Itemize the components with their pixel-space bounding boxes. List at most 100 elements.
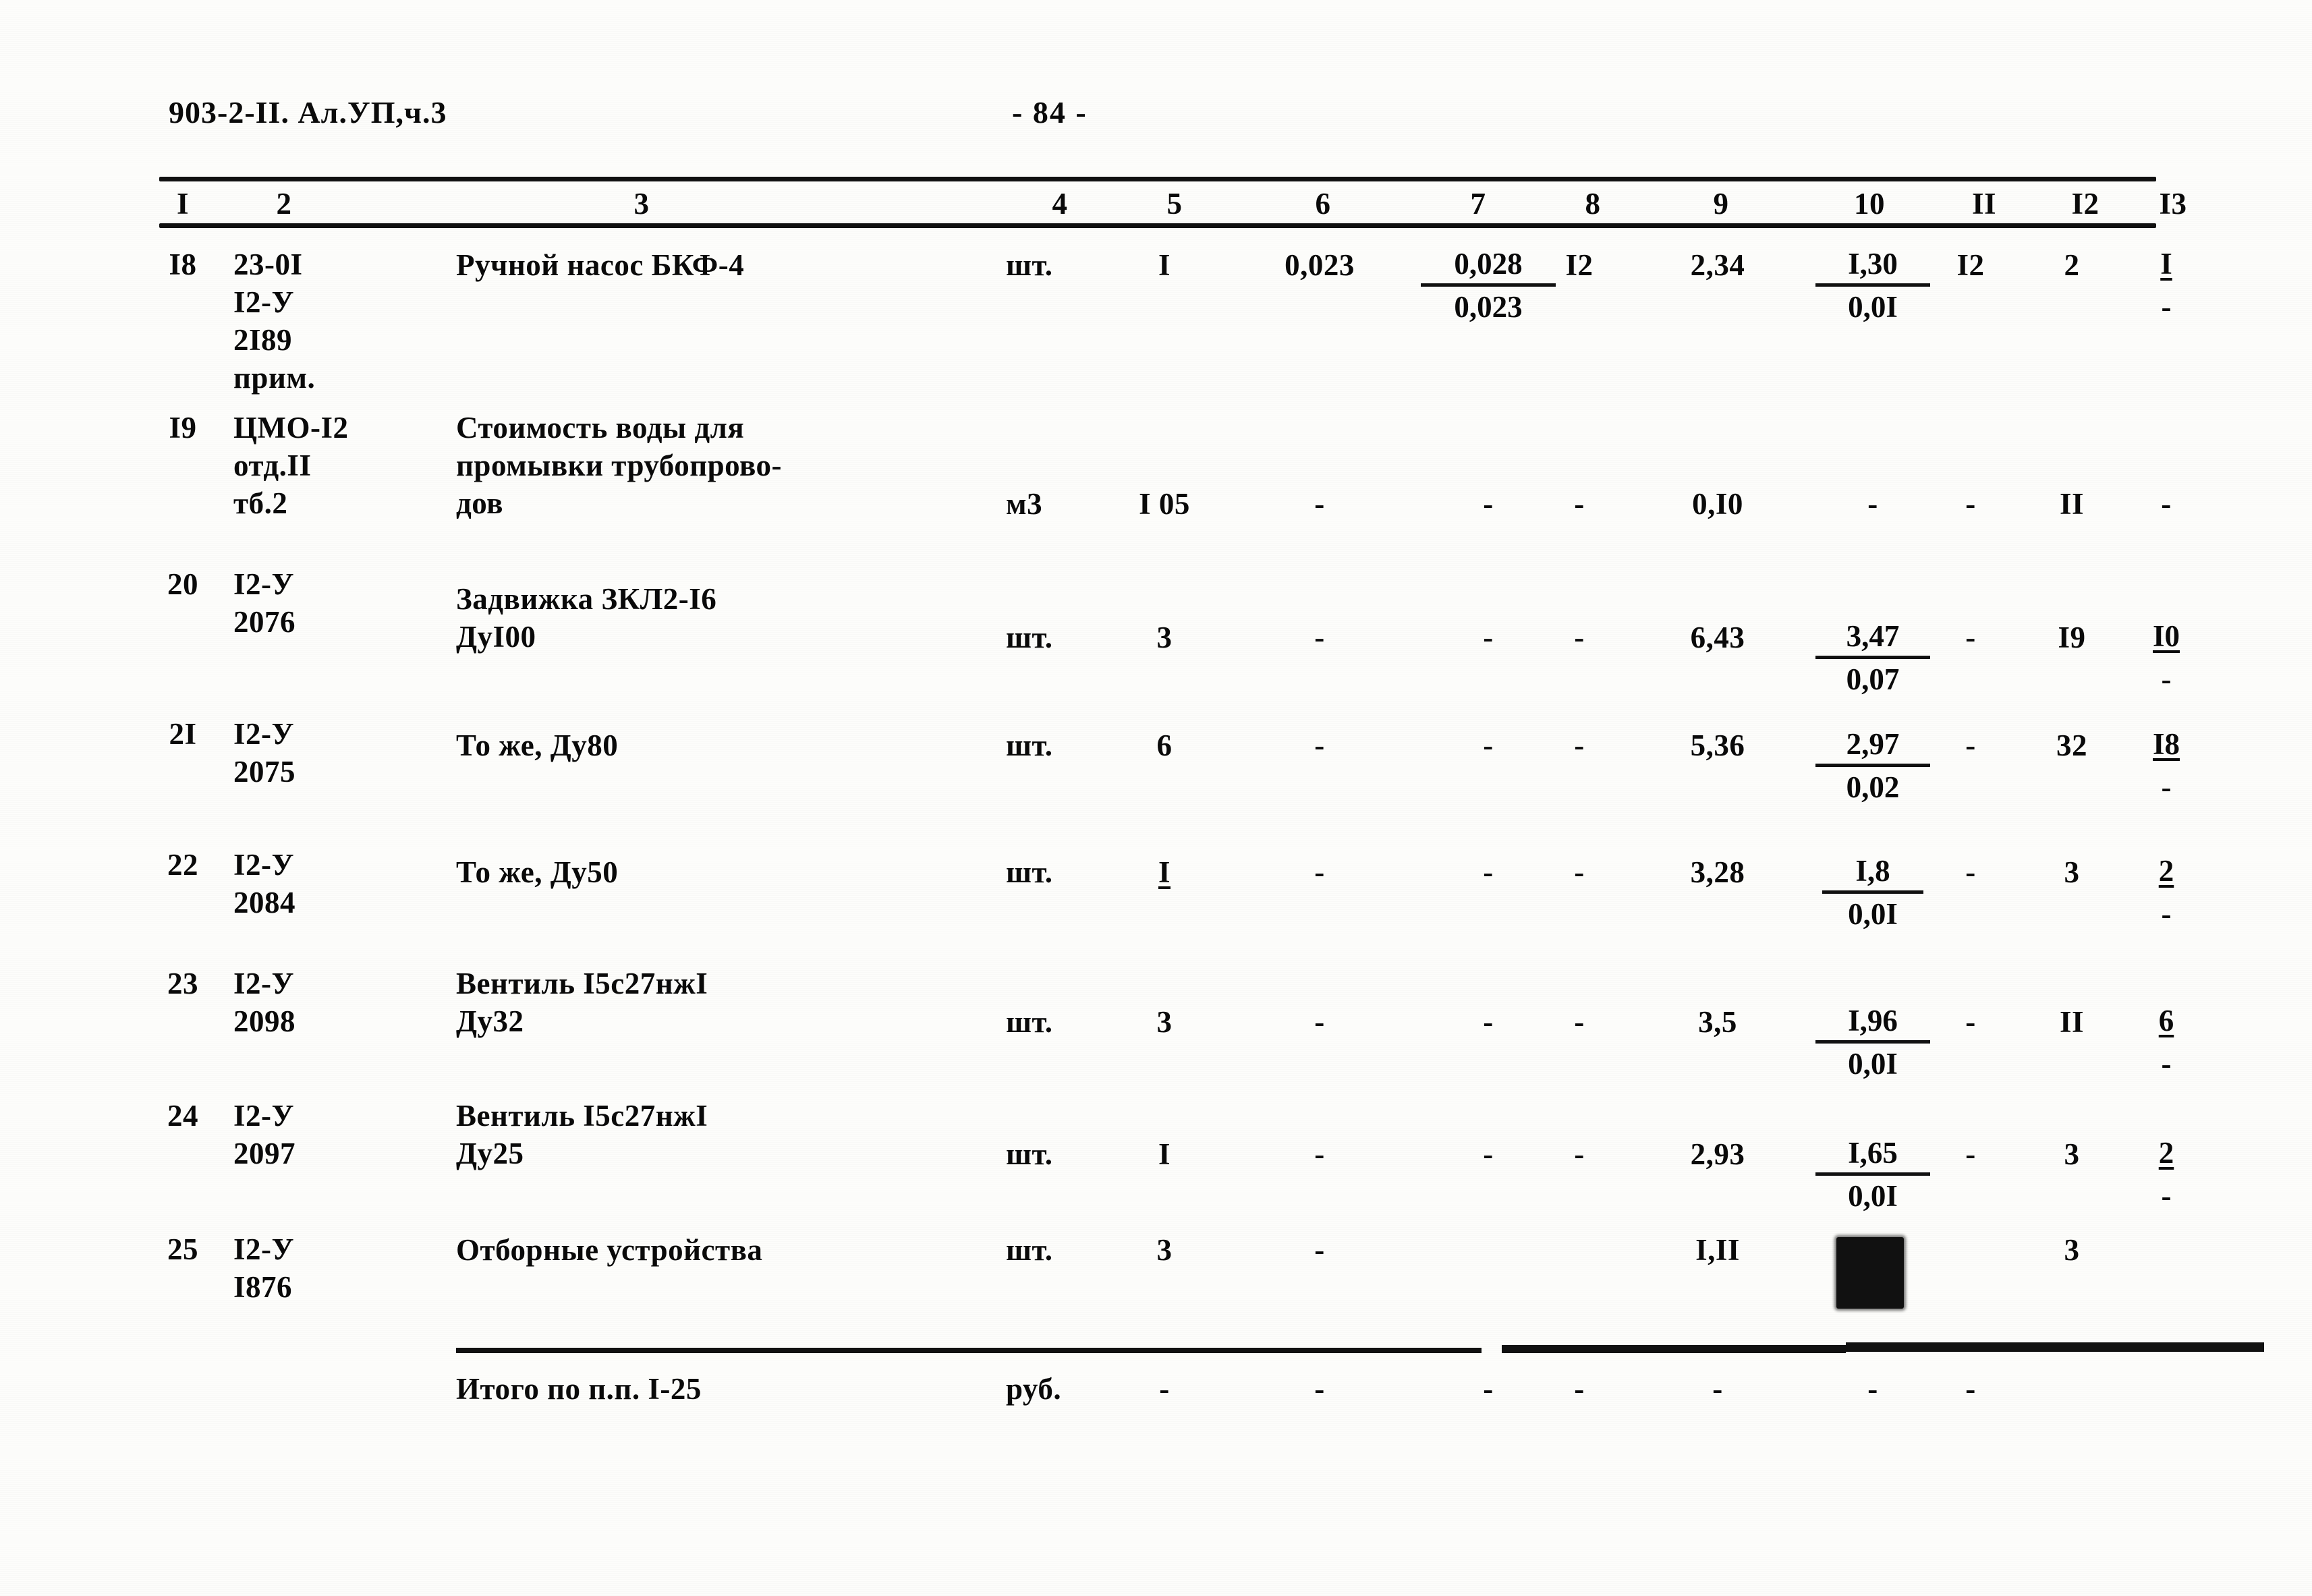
row-col9: 5,36	[1690, 729, 1745, 762]
column-header-4: 4	[1052, 187, 1068, 221]
row-col12: II	[2059, 487, 2085, 521]
row-unit: шт.	[1006, 621, 1053, 654]
row-code: I2-У I876	[233, 1232, 295, 1304]
row-code: 23-0I I2-У 2I89 прим.	[233, 248, 316, 395]
row-col10-numerator: I,8	[1855, 854, 1890, 888]
fraction-bar	[1815, 283, 1930, 287]
table-row[interactable]: 20 I2-У 2076 Задвижка ЗКЛ2-I6 ДуI00 шт. …	[159, 565, 2180, 696]
row-name: Задвижка ЗКЛ2-I6 ДуI00	[456, 582, 717, 654]
row-col6: -	[1314, 487, 1325, 521]
row-quantity: 3	[1156, 1005, 1173, 1039]
table-row[interactable]: 23 I2-У 2098 Вентиль I5с27нжI Ду32 шт. 3…	[159, 965, 2174, 1086]
total-col8: -	[1574, 1372, 1585, 1406]
row-number: 24	[167, 1099, 198, 1133]
row-col13-fraction: I -	[2116, 246, 2217, 325]
row-col8: -	[1574, 855, 1585, 889]
row-col13-fraction: 6 -	[2116, 1002, 2217, 1082]
row-col13-fraction: I8 -	[2116, 726, 2217, 805]
row-col8: -	[1574, 487, 1585, 521]
table-row[interactable]: 2I I2-У 2075 То же, Ду80 шт. 6 - - - 5,3…	[159, 715, 2180, 836]
row-quantity: 6	[1156, 729, 1173, 762]
total-unit: руб.	[1006, 1372, 1062, 1406]
total-col11: -	[1965, 1372, 1976, 1406]
row-col10-numerator: 2,97	[1846, 727, 1900, 761]
row-col11: -	[1965, 1005, 1976, 1039]
row-col10-fraction: 3,47 0,07	[1799, 618, 1947, 697]
column-header-2: 2	[276, 187, 292, 221]
row-code: I2-У 2076	[233, 567, 295, 639]
row-col13-numerator: I	[2160, 247, 2172, 281]
row-col9: 3,28	[1690, 855, 1745, 889]
row-col6: 0,023	[1285, 248, 1355, 282]
total-rule-left	[456, 1348, 1482, 1353]
row-col12: 32	[2056, 729, 2087, 762]
column-header-6: 6	[1315, 187, 1331, 221]
fraction-bar	[1815, 764, 1930, 767]
total-col10: -	[1867, 1372, 1878, 1406]
row-col9: I,II	[1695, 1233, 1740, 1267]
table-row[interactable]: 25 I2-У I876 Отборные устройства шт. 3 -…	[159, 1230, 2156, 1345]
row-number: 23	[167, 967, 198, 1000]
total-label: Итого по п.п. I-25	[456, 1372, 702, 1406]
row-col13: -	[2161, 487, 2172, 521]
row-col13-numerator: 2	[2158, 854, 2174, 888]
row-col11: I2	[1956, 248, 1985, 282]
table-row[interactable]: 22 I2-У 2084 То же, Ду50 шт. I - - - 3,2…	[159, 846, 2174, 961]
row-unit: шт.	[1006, 1005, 1053, 1039]
row-col6: -	[1314, 1005, 1325, 1039]
table-row[interactable]: 24 I2-У 2097 Вентиль I5с27нжI Ду25 шт. I…	[159, 1097, 2174, 1218]
row-quantity: I	[1158, 248, 1171, 282]
row-col10-denominator: 0,0I	[1848, 1179, 1898, 1213]
row-col13-denominator: -	[2161, 770, 2172, 804]
row-col9: 6,43	[1690, 621, 1745, 654]
row-col13-denominator: -	[2161, 1179, 2172, 1213]
row-unit: м3	[1006, 487, 1043, 521]
row-col13-numerator: I0	[2152, 619, 2180, 653]
row-col11: -	[1965, 487, 1976, 521]
table-top-rule	[159, 177, 2156, 181]
row-name: То же, Ду50	[456, 855, 619, 889]
specification-table: I 2 3 4 5 6 7 8 9 10 II I2 I3 I8 23-0I I…	[159, 177, 2264, 1415]
fraction-bar	[1815, 1040, 1930, 1044]
row-quantity: I 05	[1139, 487, 1190, 521]
row-col10-fraction: I,96 0,0I	[1799, 1002, 1947, 1082]
row-number: 2I	[169, 717, 197, 751]
row-col6: -	[1314, 855, 1325, 889]
column-header-9: 9	[1713, 187, 1729, 221]
column-header-1: I	[176, 187, 189, 221]
row-col13-fraction: 2 -	[2116, 853, 2217, 932]
row-col12: 3	[2064, 1233, 2080, 1267]
total-col9: -	[1712, 1372, 1723, 1406]
row-col9: 2,34	[1690, 248, 1745, 282]
row-col12: 2	[2064, 248, 2080, 282]
row-col6: -	[1314, 621, 1325, 654]
row-unit: шт.	[1006, 729, 1053, 762]
row-unit: шт.	[1006, 1137, 1053, 1171]
row-col6: -	[1314, 729, 1325, 762]
row-col9: 2,93	[1690, 1137, 1745, 1171]
row-code: I2-У 2075	[233, 717, 295, 789]
table-row[interactable]: I9 ЦМО-I2 отд.II тб.2 Стоимость воды для…	[159, 409, 2171, 537]
row-col13-fraction: 2 -	[2116, 1135, 2217, 1214]
row-quantity: I	[1158, 1137, 1171, 1171]
row-col7-denominator: 0,023	[1454, 290, 1523, 324]
row-col13-denominator: -	[2161, 1047, 2172, 1081]
row-col10-numerator: I,65	[1848, 1136, 1898, 1170]
row-col10-fraction: I,30 0,0I	[1799, 246, 1947, 325]
row-col6: -	[1314, 1233, 1325, 1267]
row-col13-denominator: -	[2161, 290, 2172, 324]
row-col8: -	[1574, 1137, 1585, 1171]
column-header-11: II	[1971, 187, 1997, 221]
row-col11: -	[1965, 855, 1976, 889]
row-col8: -	[1574, 621, 1585, 654]
table-row[interactable]: I8 23-0I I2-У 2I89 прим. Ручной насос БК…	[159, 246, 2172, 395]
table-header-row: I 2 3 4 5 6 7 8 9 10 II I2 I3	[159, 181, 2187, 223]
row-col13-denominator: -	[2161, 897, 2172, 931]
row-col11: -	[1965, 729, 1976, 762]
row-col13-numerator: 2	[2158, 1136, 2174, 1170]
row-col13-numerator: I8	[2152, 727, 2180, 761]
row-code: I2-У 2084	[233, 848, 295, 919]
total-col6: -	[1314, 1372, 1325, 1406]
total-col5: -	[1159, 1372, 1170, 1406]
row-col10-denominator: 0,07	[1846, 662, 1900, 696]
